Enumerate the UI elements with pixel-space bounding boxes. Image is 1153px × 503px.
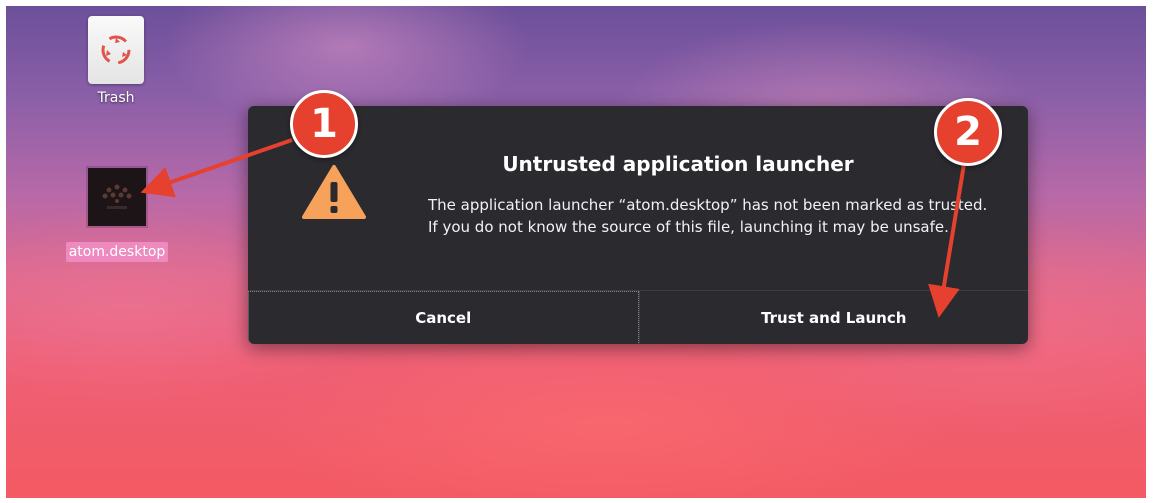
arrow-to-trust-button — [928, 157, 967, 318]
arrow-to-atom-icon — [140, 138, 293, 198]
step-1-badge: 1 — [290, 90, 358, 158]
annotation-arrows — [140, 138, 967, 318]
step-2-badge: 2 — [934, 98, 1002, 166]
